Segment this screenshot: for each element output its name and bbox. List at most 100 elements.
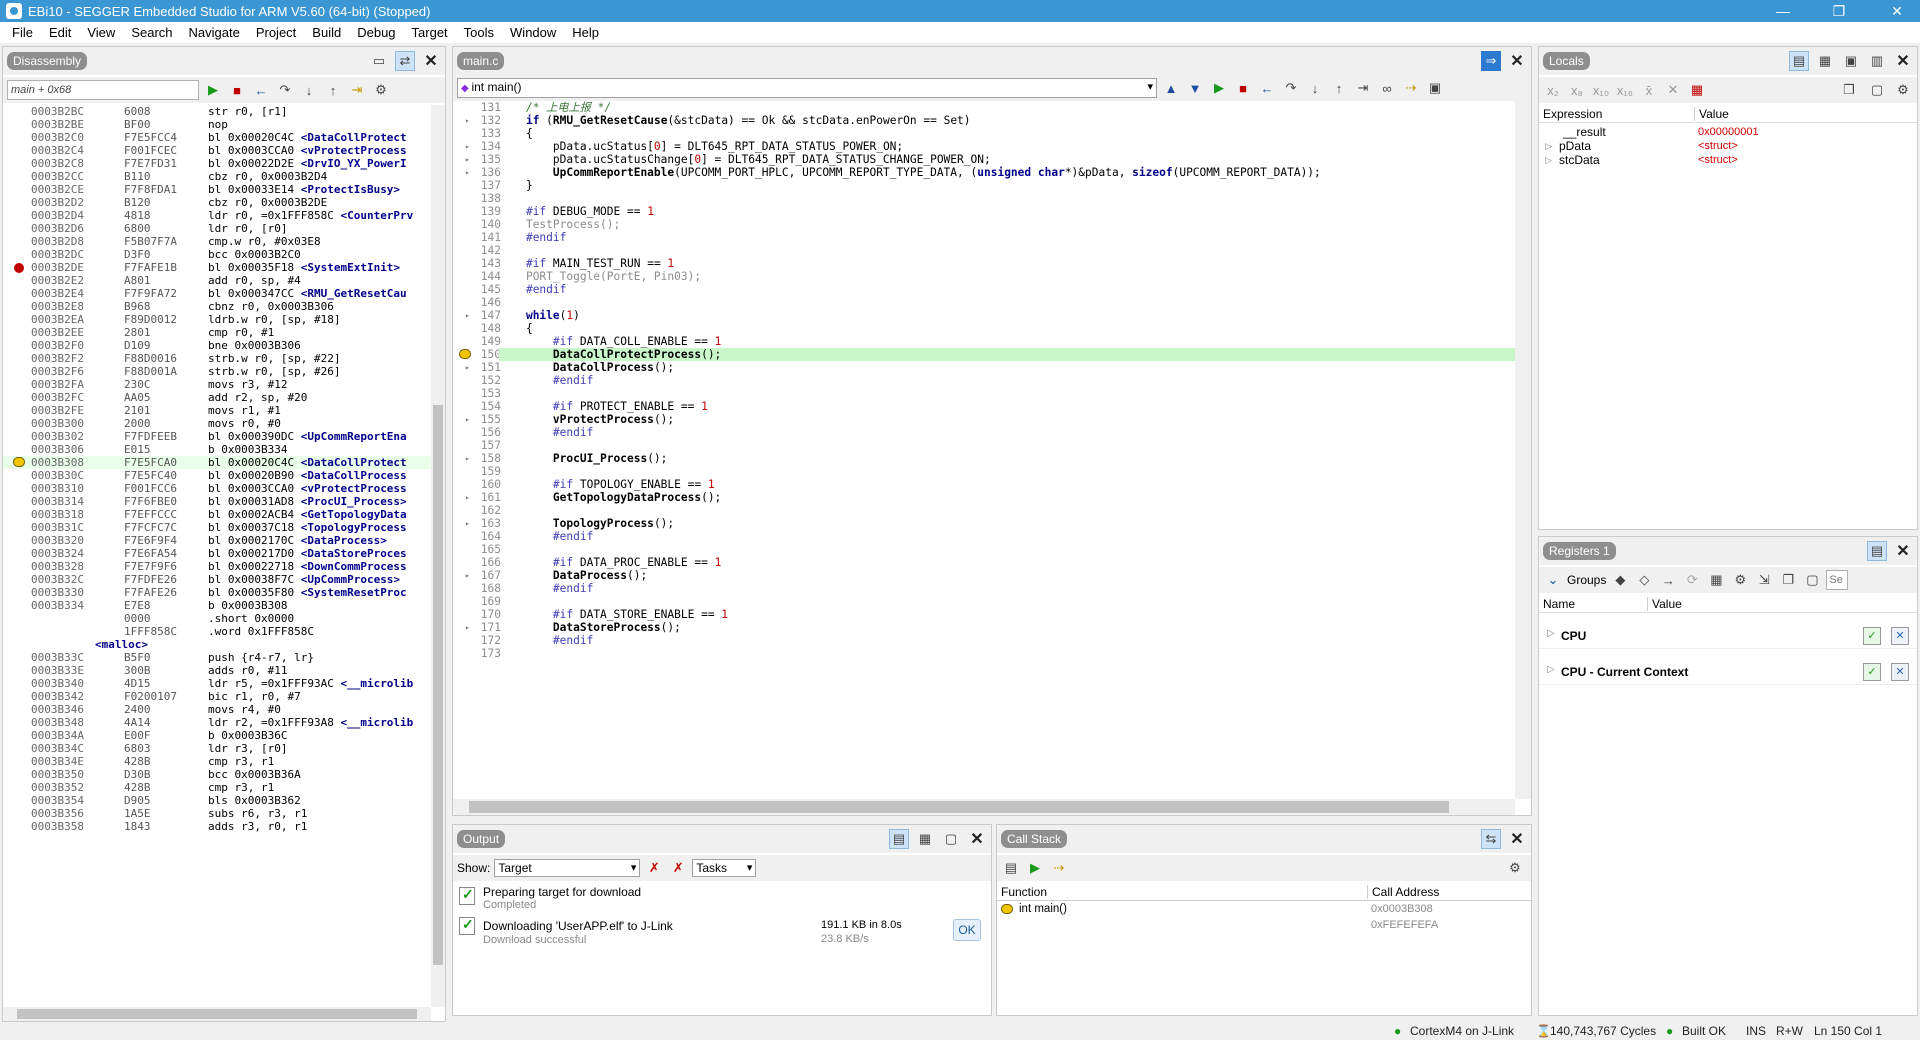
menu-item-tools[interactable]: Tools	[456, 25, 502, 40]
close-button[interactable]: ✕	[1874, 0, 1920, 22]
editor-step-into-icon[interactable]: ↓	[1305, 78, 1325, 98]
code-line[interactable]: 141 #endif	[453, 231, 1515, 244]
editor-back-icon[interactable]: ←	[1257, 78, 1277, 98]
chip-icon[interactable]: ◆	[1610, 570, 1630, 590]
disassembly-row[interactable]: 0003B2F0 D109 bne 0x0003B306	[3, 339, 431, 352]
locals-row[interactable]: ▷ pData <struct>	[1539, 139, 1917, 153]
disassembly-row[interactable]: 0003B2C0 F7E5FCC4 bl 0x00020C4C <DataCollP…	[3, 131, 431, 144]
clear-format-icon[interactable]: ✕	[1663, 80, 1683, 100]
locals-settings-icon[interactable]: ⚙	[1893, 80, 1913, 100]
code-line[interactable]: 156 #endif	[453, 426, 1515, 439]
disassembly-row[interactable]: 0003B2BC 6008 str r0, [r1]	[3, 105, 431, 118]
menu-item-navigate[interactable]: Navigate	[181, 25, 248, 40]
output-view-icon[interactable]: ▤	[889, 829, 909, 849]
window-icon[interactable]: ▭	[369, 51, 389, 71]
output-item[interactable]: Preparing target for download Completed	[453, 883, 991, 913]
target-status[interactable]: CortexM4 on J-Link	[1410, 1024, 1514, 1038]
disassembly-row[interactable]: 0003B2E4 F7F9FA72 bl 0x000347CC <RMU_GetRe…	[3, 287, 431, 300]
group-enable-icon[interactable]: ✓	[1863, 663, 1881, 681]
locals-row[interactable]: ▷ stcData <struct>	[1539, 153, 1917, 167]
menu-item-view[interactable]: View	[79, 25, 123, 40]
editor-hscrollbar[interactable]	[453, 799, 1515, 815]
prev-function-icon[interactable]: ▲	[1161, 78, 1181, 98]
callstack-row[interactable]: 0xFEFEFEFA	[997, 917, 1531, 934]
disassembly-row[interactable]: 0003B2CE F7F8FDA1 bl 0x00033E14 <ProtectIs…	[3, 183, 431, 196]
code-line[interactable]: ▸ 161 GetTopologyDataProcess();	[453, 491, 1515, 504]
menu-item-window[interactable]: Window	[502, 25, 564, 40]
disassembly-row[interactable]: 0003B2CC B110 cbz r0, 0x0003B2D4	[3, 170, 431, 183]
disassembly-row[interactable]: 0003B302 F7FDFEEB bl 0x000390DC <UpCommRep…	[3, 430, 431, 443]
disassembly-row[interactable]: 0003B33C B5F0 push {r4-r7, lr}	[3, 651, 431, 664]
expand-icon[interactable]: ▷	[1547, 625, 1555, 642]
code-line[interactable]: 169	[453, 595, 1515, 608]
paste-icon[interactable]: ▢	[1867, 80, 1887, 100]
disassembly-row[interactable]: 1FFF858C .word 0x1FFF858C	[3, 625, 431, 638]
build-status[interactable]: Built OK	[1682, 1024, 1726, 1038]
disassembly-row[interactable]: 0003B2FC AA05 add r2, sp, #20	[3, 391, 431, 404]
code-line[interactable]: 138	[453, 192, 1515, 205]
disassembly-row[interactable]: 0003B34C 6803 ldr r3, [r0]	[3, 742, 431, 755]
groups-button[interactable]: Groups	[1567, 573, 1606, 587]
editor-go-icon[interactable]: ▶	[1209, 78, 1229, 98]
code-line[interactable]: 172 #endif	[453, 634, 1515, 647]
locals-auto-icon[interactable]: ▤	[1789, 51, 1809, 71]
code-line[interactable]: 140 TestProcess();	[453, 218, 1515, 231]
disassembly-row[interactable]: 0003B2DC D3F0 bcc 0x0003B2C0	[3, 248, 431, 261]
tasks-dropdown[interactable]: Tasks	[692, 859, 757, 877]
output-clear-icon[interactable]: ▢	[941, 829, 961, 849]
ok-button[interactable]: OK	[953, 919, 981, 941]
registers-tab[interactable]: Registers 1	[1543, 542, 1616, 560]
editor-step-over-icon[interactable]: ↷	[1281, 78, 1301, 98]
disassembly-row[interactable]: 0003B320 F7E6F9F4 bl 0x0002170C <DataProce…	[3, 534, 431, 547]
disassembly-row[interactable]: 0003B346 2400 movs r4, #0	[3, 703, 431, 716]
show-dropdown[interactable]: Target	[494, 859, 641, 877]
editor-stop-icon[interactable]: ■	[1233, 78, 1253, 98]
disassembly-row[interactable]: 0003B33E 300B adds r0, #11	[3, 664, 431, 677]
code-line[interactable]: 162	[453, 504, 1515, 517]
disassembly-vscrollbar[interactable]	[431, 105, 445, 1007]
menu-item-file[interactable]: File	[4, 25, 41, 40]
registers-grid-icon[interactable]: ▦	[1706, 570, 1726, 590]
go-to-icon[interactable]: ⇒	[1481, 51, 1501, 71]
menu-item-build[interactable]: Build	[304, 25, 349, 40]
disassembly-row[interactable]: 0003B308 F7E5FCA0 bl 0x00020C4C <DataCollP…	[3, 456, 431, 469]
group-close-icon[interactable]: ✕	[1891, 663, 1909, 681]
disassembly-row[interactable]: 0003B324 F7E6FA54 bl 0x000217D0 <DataStore…	[3, 547, 431, 560]
code-line[interactable]: 139 #if DEBUG_MODE == 1	[453, 205, 1515, 218]
next-function-icon[interactable]: ▼	[1185, 78, 1205, 98]
editor-tab[interactable]: main.c	[457, 52, 505, 70]
function-dropdown[interactable]: ◆ int main()	[457, 78, 1157, 98]
disassembly-hscrollbar[interactable]	[3, 1007, 431, 1021]
code-line[interactable]: 137 }	[453, 179, 1515, 192]
code-line[interactable]: 145 #endif	[453, 283, 1515, 296]
disassembly-row[interactable]: 0003B354 D905 bls 0x0003B362	[3, 794, 431, 807]
disassembly-row[interactable]: 0003B2EA F89D0012 ldrb.w r0, [sp, #18]	[3, 313, 431, 326]
registers-config-icon[interactable]: ⚙	[1730, 570, 1750, 590]
code-line[interactable]: 143 #if MAIN_TEST_RUN == 1	[453, 257, 1515, 270]
code-line[interactable]: 173	[453, 647, 1515, 660]
registers-paste-icon[interactable]: ▢	[1802, 570, 1822, 590]
locals-memory-icon[interactable]: ▣	[1841, 51, 1861, 71]
register-group-row[interactable]: ▷ CPU - Current Context ✓ ✕	[1539, 661, 1917, 685]
disassembly-row[interactable]: 0003B2E2 A801 add r0, sp, #4	[3, 274, 431, 287]
default-format-icon[interactable]: x̄	[1639, 80, 1659, 100]
code-line[interactable]: 160 #if TOPOLOGY_ENABLE == 1	[453, 478, 1515, 491]
callstack-go-icon[interactable]: ▶	[1025, 858, 1045, 878]
eraser-icon[interactable]: ◇	[1634, 570, 1654, 590]
disassembly-row[interactable]: 0003B2D6 6800 ldr r0, [r0]	[3, 222, 431, 235]
disassembly-row[interactable]: 0003B30C F7E5FC40 bl 0x00020B90 <DataCollP…	[3, 469, 431, 482]
menu-item-help[interactable]: Help	[564, 25, 607, 40]
disassembly-row[interactable]: 0003B348 4A14 ldr r2, =0x1FFF93A8 <__micro…	[3, 716, 431, 729]
registers-close-icon[interactable]: ✕	[1893, 541, 1913, 561]
editor-jump-icon[interactable]: ⇢	[1401, 78, 1421, 98]
code-line[interactable]: ▸ 151 DataCollProcess();	[453, 361, 1515, 374]
code-editor[interactable]: 131 /* 上电上报 */▸ 132 if (RMU_GetResetCause…	[453, 101, 1515, 799]
register-group-row[interactable]: ▷ CPU ✓ ✕	[1539, 625, 1917, 649]
code-line[interactable]: 170 #if DATA_STORE_ENABLE == 1	[453, 608, 1515, 621]
editor-panel-icon[interactable]: ▣	[1425, 78, 1445, 98]
disassembly-label-row[interactable]: <malloc>	[3, 638, 431, 651]
disassembly-row[interactable]: 0003B2F6 F88D001A strb.w r0, [sp, #26]	[3, 365, 431, 378]
menu-item-edit[interactable]: Edit	[41, 25, 79, 40]
editor-step-out-icon[interactable]: ↑	[1329, 78, 1349, 98]
output-item[interactable]: Downloading 'UserAPP.elf' to J-Link Down…	[453, 913, 991, 953]
